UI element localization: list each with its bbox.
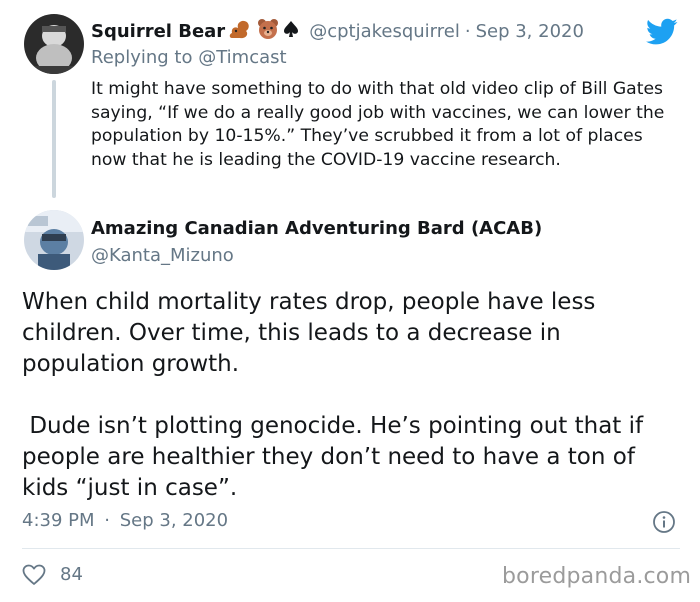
main-handle[interactable]: @Kanta_Mizuno	[91, 245, 234, 266]
main-tweet-paragraph: When child mortality rates drop, people …	[22, 289, 596, 377]
replying-to: Replying to @Timcast	[91, 47, 287, 68]
main-tweet-text: When child mortality rates drop, people …	[22, 287, 687, 504]
thread-connector-line	[52, 80, 56, 198]
info-icon[interactable]	[652, 510, 676, 534]
tweet-separator: ·	[104, 510, 110, 531]
parent-tweet-text: It might have something to do with that …	[91, 79, 665, 170]
tweet-timestamp[interactable]: 4:39 PM · Sep 3, 2020	[22, 510, 228, 531]
parent-tweet: Squirrel Bear @cptjakesquirrel · Sep 3, …	[0, 0, 700, 205]
parent-handle[interactable]: @cptjakesquirrel	[309, 21, 460, 42]
squirrel-emoji-icon	[227, 18, 251, 44]
tweet-time: 4:39 PM	[22, 510, 95, 531]
parent-date[interactable]: Sep 3, 2020	[476, 21, 584, 42]
main-tweet-paragraph: Dude isn’t plotting genocide. He’s point…	[22, 413, 651, 501]
spade-emoji-icon	[283, 20, 299, 42]
parent-separator: ·	[464, 20, 471, 42]
watermark: boredpanda.com	[502, 564, 692, 589]
divider	[22, 548, 680, 549]
heart-icon[interactable]	[22, 564, 46, 586]
parent-header: Squirrel Bear @cptjakesquirrel · Sep 3, …	[91, 17, 584, 45]
tweet-date: Sep 3, 2020	[119, 510, 229, 531]
bear-emoji-icon	[257, 18, 279, 44]
parent-display-name[interactable]: Squirrel Bear	[91, 21, 225, 42]
main-display-name[interactable]: Amazing Canadian Adventuring Bard (ACAB)	[91, 218, 542, 239]
like-count: 84	[60, 564, 83, 585]
replying-mention[interactable]: @Timcast	[198, 47, 286, 68]
twitter-bird-icon[interactable]	[646, 18, 678, 46]
replying-prefix: Replying to	[91, 47, 193, 68]
parent-avatar[interactable]	[24, 14, 84, 74]
main-avatar[interactable]	[24, 210, 84, 270]
